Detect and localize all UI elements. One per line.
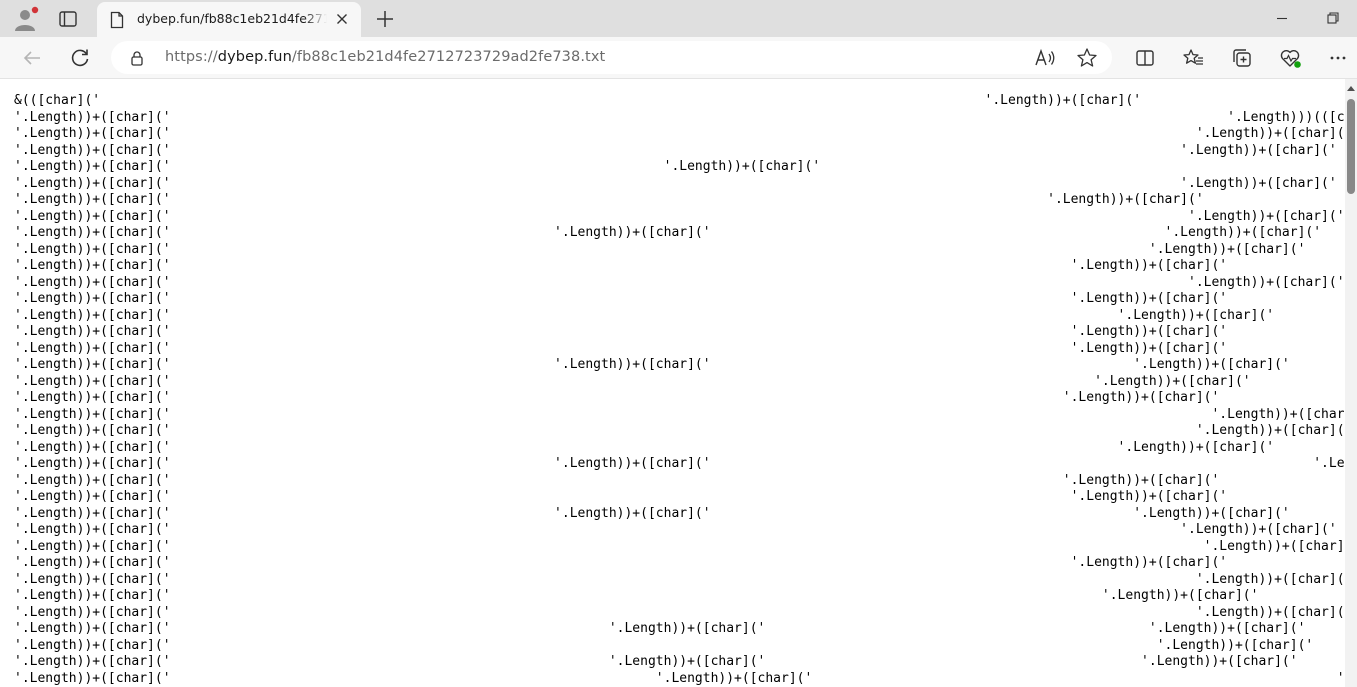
url-text[interactable]: https://dybep.fun/fb88c1eb21d4fe27127237… xyxy=(165,49,605,65)
vertical-scrollbar[interactable] xyxy=(1345,79,1357,687)
active-tab[interactable]: dybep.fun/fb88c1eb21d4fe2712723729ad2fe7… xyxy=(97,2,361,37)
refresh-icon[interactable] xyxy=(64,42,96,74)
new-tab-icon[interactable] xyxy=(370,4,400,34)
restore-icon[interactable] xyxy=(1309,0,1355,37)
scroll-up-arrow-icon[interactable] xyxy=(1346,84,1356,92)
url-path: /fb88c1eb21d4fe2712723729ad2fe738.txt xyxy=(291,49,606,65)
favorite-star-icon[interactable] xyxy=(1071,42,1103,74)
minimize-icon[interactable] xyxy=(1259,0,1305,37)
address-bar[interactable]: https://dybep.fun/fb88c1eb21d4fe27127237… xyxy=(111,41,1112,74)
close-icon[interactable] xyxy=(333,10,351,28)
collections-icon[interactable] xyxy=(1226,42,1258,74)
scrollbar-thumb[interactable] xyxy=(1347,99,1355,194)
document-icon xyxy=(109,11,125,29)
tab-actions-icon[interactable] xyxy=(53,4,83,34)
back-arrow-icon[interactable] xyxy=(16,42,48,74)
page-content: &(([char](' '.Length))+([char](' '.Lengt… xyxy=(6,79,1344,687)
plain-text-document: &(([char](' '.Length))+([char](' '.Lengt… xyxy=(14,93,1344,686)
tab-title: dybep.fun/fb88c1eb21d4fe2712723729ad2fe7… xyxy=(137,11,327,26)
url-protocol: https:// xyxy=(165,49,218,65)
lock-icon[interactable] xyxy=(128,49,146,67)
url-host: dybep.fun xyxy=(217,49,292,65)
browser-essentials-icon[interactable] xyxy=(1274,42,1306,74)
more-icon[interactable] xyxy=(1322,42,1354,74)
read-aloud-icon[interactable] xyxy=(1029,42,1061,74)
tab-strip: dybep.fun/fb88c1eb21d4fe2712723729ad2fe7… xyxy=(0,0,1357,37)
profile-icon[interactable] xyxy=(9,4,39,34)
browser-toolbar: https://dybep.fun/fb88c1eb21d4fe27127237… xyxy=(0,37,1357,79)
split-screen-icon[interactable] xyxy=(1129,42,1161,74)
favorites-icon[interactable] xyxy=(1177,42,1209,74)
